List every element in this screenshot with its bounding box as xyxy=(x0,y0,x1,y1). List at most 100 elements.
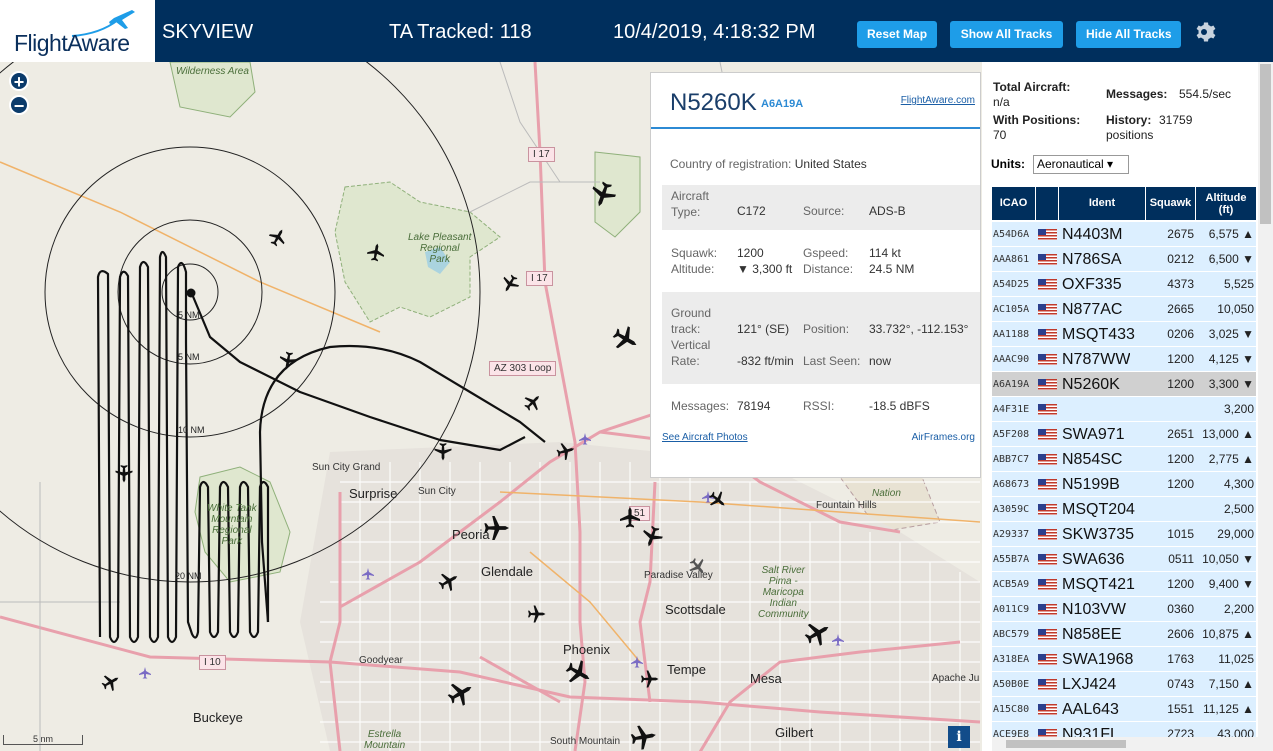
table-row[interactable]: AA1188 MSQT433 0206 3,025 ▼ xyxy=(992,322,1256,347)
row-squawk: 1200 xyxy=(1167,352,1194,366)
column-header-altitude[interactable]: Altitude (ft) xyxy=(1196,187,1256,220)
aircraft-icon[interactable] xyxy=(620,507,640,528)
squawk-label: Squawk: xyxy=(671,246,718,260)
aircraft-icon[interactable] xyxy=(366,242,386,262)
history-value: 31759 xyxy=(1159,113,1193,127)
aircraft-icon[interactable] xyxy=(434,443,452,461)
aircraft-icon[interactable] xyxy=(444,677,477,710)
aircraft-icon[interactable] xyxy=(521,390,545,414)
selected-aircraft-popup: N5260K A6A19A FlightAware.com Country of… xyxy=(650,72,981,478)
flightaware-link[interactable]: FlightAware.com xyxy=(901,95,975,106)
ground-track-value: 121° (SE) xyxy=(737,322,790,336)
table-row[interactable]: A50B0E LXJ424 0743 7,150 ▲ xyxy=(992,672,1256,697)
row-icao: A55B7A xyxy=(993,554,1030,565)
table-row[interactable]: A3059C MSQT204 2,500 xyxy=(992,497,1256,522)
row-icao: A29337 xyxy=(993,529,1030,540)
messages-rate-label: Messages: xyxy=(1106,87,1168,101)
aircraft-type-label: Aircraft Type: xyxy=(671,189,710,219)
show-all-tracks-button[interactable]: Show All Tracks xyxy=(950,21,1063,48)
aircraft-icon[interactable] xyxy=(278,351,298,371)
aircraft-icon[interactable] xyxy=(562,656,595,689)
panel-scrollbar-vertical[interactable] xyxy=(1258,62,1273,751)
row-squawk: 1763 xyxy=(1167,652,1194,666)
scrollbar-thumb-horizontal[interactable] xyxy=(1006,740,1126,748)
hide-all-tracks-button[interactable]: Hide All Tracks xyxy=(1076,21,1181,48)
map-info-button[interactable]: i xyxy=(948,726,970,748)
row-squawk: 1200 xyxy=(1167,377,1194,391)
aircraft-icon[interactable] xyxy=(99,670,123,693)
rssi-value: -18.5 dBFS xyxy=(869,399,930,413)
us-flag-icon xyxy=(1038,504,1057,515)
row-squawk: 4373 xyxy=(1167,277,1194,291)
aircraft-type-value: C172 xyxy=(737,204,766,218)
row-altitude: 11,125 ▲ xyxy=(1202,702,1254,716)
table-row[interactable]: A318EA SWA1968 1763 11,025 xyxy=(992,647,1256,672)
us-flag-icon xyxy=(1038,404,1057,415)
row-squawk: 1200 xyxy=(1167,452,1194,466)
row-icao: A54D25 xyxy=(993,279,1030,290)
popup-row-track: Ground track: 121° (SE) Position: 33.732… xyxy=(662,292,980,384)
table-row[interactable]: A15C80 AAL643 1551 11,125 ▲ xyxy=(992,697,1256,722)
table-row[interactable]: AC105A N877AC 2665 10,050 xyxy=(992,297,1256,322)
aircraft-icon[interactable] xyxy=(436,568,462,594)
units-label: Units: xyxy=(991,157,1025,171)
aircraft-icon[interactable] xyxy=(706,488,730,512)
gear-icon[interactable] xyxy=(1192,20,1216,44)
aircraft-icon[interactable] xyxy=(588,179,619,210)
row-ident: N877AC xyxy=(1062,301,1123,318)
table-row[interactable]: AAAC90 N787WW 1200 4,125 ▼ xyxy=(992,347,1256,372)
table-row[interactable]: A54D25 OXF335 4373 5,525 xyxy=(992,272,1256,297)
row-altitude: 10,875 ▲ xyxy=(1202,627,1254,641)
airport-icon xyxy=(579,433,591,445)
aircraft-icon[interactable] xyxy=(528,605,546,623)
us-flag-icon xyxy=(1038,479,1057,490)
aircraft-icon[interactable] xyxy=(609,322,642,355)
table-row[interactable]: A011C9 N103VW 0360 2,200 xyxy=(992,597,1256,622)
table-row[interactable]: ABC579 N858EE 2606 10,875 ▲ xyxy=(992,622,1256,647)
row-altitude: 4,125 ▼ xyxy=(1208,352,1254,366)
row-altitude: 5,525 xyxy=(1223,277,1254,291)
table-row[interactable]: AAA861 N786SA 0212 6,500 ▼ xyxy=(992,247,1256,272)
row-altitude: 10,050 xyxy=(1217,302,1254,316)
aircraft-icon[interactable] xyxy=(484,515,510,541)
row-altitude: 3,200 xyxy=(1223,402,1254,416)
table-row[interactable]: A29337 SKW3735 1015 29,000 xyxy=(992,522,1256,547)
source-value: ADS-B xyxy=(869,204,906,218)
row-squawk: 2606 xyxy=(1167,627,1194,641)
airframes-link[interactable]: AirFrames.org xyxy=(912,432,975,443)
aircraft-icon[interactable] xyxy=(630,723,658,751)
table-row[interactable]: ABB7C7 N854SC 1200 2,775 ▲ xyxy=(992,447,1256,472)
reset-map-button[interactable]: Reset Map xyxy=(857,21,937,48)
row-squawk xyxy=(1148,497,1194,522)
aircraft-icon[interactable] xyxy=(555,441,576,462)
gspeed-label: Gspeed: xyxy=(803,246,849,260)
panel-scrollbar-horizontal[interactable] xyxy=(992,737,1258,751)
zoom-out-button[interactable]: − xyxy=(9,95,29,116)
flightaware-logo[interactable]: FlightAware xyxy=(0,0,155,62)
aircraft-icon[interactable] xyxy=(498,272,521,296)
aircraft-icon[interactable] xyxy=(641,670,659,688)
table-row[interactable]: ACB5A9 MSQT421 1200 9,400 ▼ xyxy=(992,572,1256,597)
aircraft-icon[interactable] xyxy=(266,225,289,249)
table-row[interactable]: A55B7A SWA636 0511 10,050 ▼ xyxy=(992,547,1256,572)
scrollbar-thumb[interactable] xyxy=(1260,64,1271,224)
table-row[interactable]: A68673 N5199B 1200 4,300 xyxy=(992,472,1256,497)
row-icao: A5F208 xyxy=(993,429,1030,440)
aircraft-icon[interactable] xyxy=(115,465,133,483)
us-flag-icon xyxy=(1038,554,1057,565)
aircraft-icon[interactable] xyxy=(639,524,665,550)
table-row[interactable]: A54D6A N4403M 2675 6,575 ▲ xyxy=(992,222,1256,247)
table-row[interactable]: A4F31E 3,200 xyxy=(992,397,1256,422)
tracked-count: TA Tracked: 118 xyxy=(389,21,532,43)
aircraft-icon[interactable] xyxy=(801,617,834,650)
zoom-in-button[interactable]: + xyxy=(9,71,29,92)
table-row[interactable]: A6A19A N5260K 1200 3,300 ▼ xyxy=(992,372,1256,397)
row-icao: AAA861 xyxy=(993,254,1030,265)
aircraft-icon[interactable] xyxy=(686,555,710,579)
units-select[interactable]: Aeronautical ▾ xyxy=(1033,155,1129,174)
aircraft-photos-link[interactable]: See Aircraft Photos xyxy=(662,432,748,443)
column-header-icao[interactable]: ICAO xyxy=(992,187,1035,220)
column-header-squawk[interactable]: Squawk xyxy=(1146,187,1195,220)
column-header-ident[interactable]: Ident xyxy=(1059,187,1145,220)
table-row[interactable]: A5F208 SWA971 2651 13,000 ▲ xyxy=(992,422,1256,447)
